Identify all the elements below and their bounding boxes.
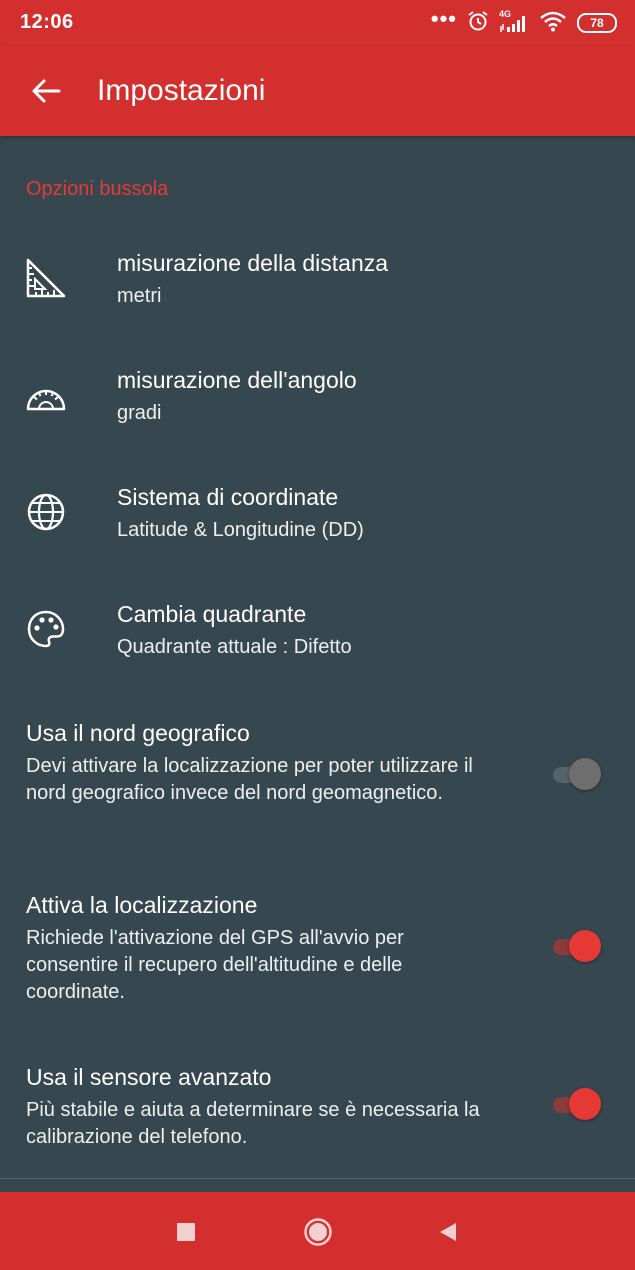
protractor-icon [24, 373, 68, 417]
status-icons: ••• 4G 78 [430, 6, 617, 37]
pref-summary: Quadrante attuale : Difetto [117, 636, 352, 658]
status-bar: 12:06 ••• 4G 78 [0, 0, 635, 46]
switch-title: Usa il sensore avanzato [26, 1064, 272, 1090]
wifi-icon [539, 10, 567, 37]
pref-title: Cambia quadrante [117, 601, 307, 627]
pref-summary: Latitude & Longitudine (DD) [117, 519, 364, 541]
pref-distance-unit[interactable]: misurazione della distanza metri [0, 240, 635, 340]
globe-icon [24, 490, 68, 534]
switch-localization[interactable]: Attiva la localizzazione Richiede l'atti… [0, 882, 635, 1022]
pref-angle-unit[interactable]: misurazione dell'angolo gradi [0, 357, 635, 457]
switch-title: Attiva la localizzazione [26, 892, 258, 918]
toggle-thumb [569, 758, 601, 790]
back-triangle-icon[interactable] [428, 1212, 468, 1252]
toggle-thumb [569, 1088, 601, 1120]
recents-square-icon[interactable] [166, 1212, 206, 1252]
navigation-bar [0, 1192, 635, 1270]
geographic-north-toggle[interactable] [551, 757, 605, 791]
switch-title: Usa il nord geografico [26, 720, 250, 746]
switch-geographic-north[interactable]: Usa il nord geografico Devi attivare la … [0, 710, 635, 850]
set-square-icon [24, 256, 68, 300]
advanced-sensor-toggle[interactable] [551, 1087, 605, 1121]
pref-title: misurazione dell'angolo [117, 367, 357, 393]
pref-change-dial[interactable]: Cambia quadrante Quadrante attuale : Dif… [0, 591, 635, 691]
status-time: 12:06 [20, 11, 74, 33]
switch-advanced-sensor[interactable]: Usa il sensore avanzato Più stabile e ai… [0, 1054, 635, 1164]
pref-summary: metri [117, 285, 162, 307]
switch-summary: Devi attivare la localizzazione per pote… [26, 755, 473, 804]
battery-icon: 78 [577, 13, 617, 33]
divider [0, 1178, 635, 1179]
pref-summary: gradi [117, 402, 162, 424]
pref-title: misurazione della distanza [117, 250, 389, 276]
pref-coordinate-system[interactable]: Sistema di coordinate Latitude & Longitu… [0, 474, 635, 574]
arrow-back-icon[interactable] [26, 71, 66, 111]
section-header: Opzioni bussola [26, 178, 169, 200]
app-bar: Impostazioni [0, 46, 635, 136]
switch-summary: Più stabile e aiuta a determinare se è n… [26, 1099, 480, 1148]
home-circle-icon[interactable] [298, 1212, 338, 1252]
toggle-thumb [569, 930, 601, 962]
switch-summary: Richiede l'attivazione del GPS all'avvio… [26, 927, 404, 1003]
more-dots-icon: ••• [430, 6, 457, 31]
alarm-icon [467, 10, 489, 37]
localization-toggle[interactable] [551, 929, 605, 963]
signal-icon: 4G [499, 9, 529, 34]
page-title: Impostazioni [97, 74, 266, 107]
pref-title: Sistema di coordinate [117, 484, 339, 510]
palette-icon [24, 607, 68, 651]
